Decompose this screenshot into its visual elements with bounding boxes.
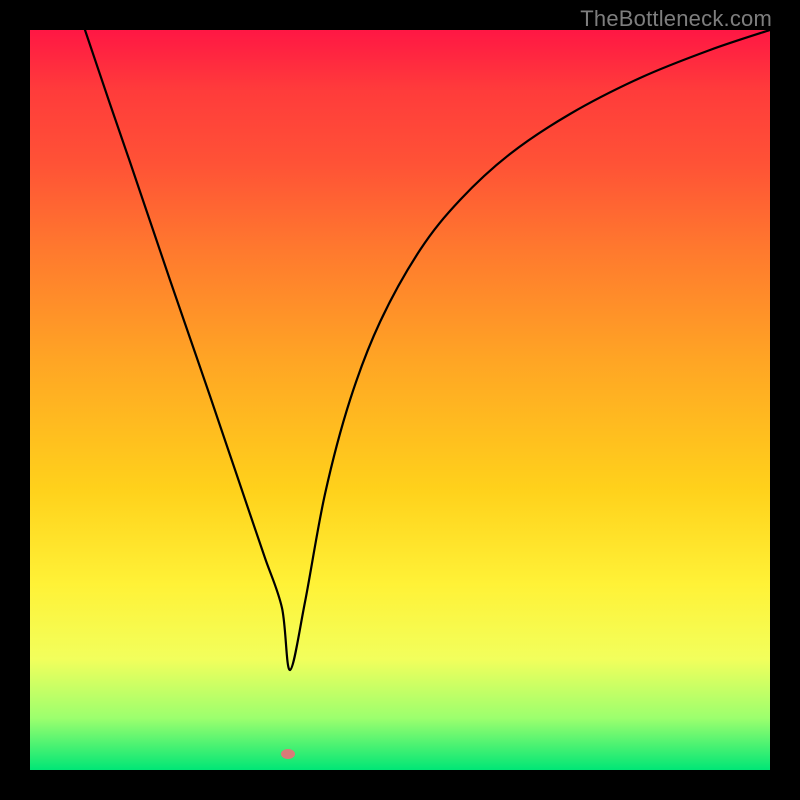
data-curve (85, 30, 770, 670)
min-point-marker (281, 749, 295, 759)
plot-area (30, 30, 770, 770)
chart-svg (30, 30, 770, 770)
chart-frame: TheBottleneck.com (0, 0, 800, 800)
watermark-text: TheBottleneck.com (580, 6, 772, 32)
